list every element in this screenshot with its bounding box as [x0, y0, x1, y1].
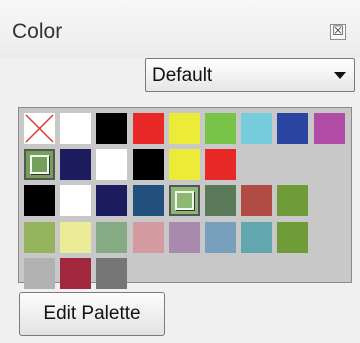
color-swatch[interactable] — [205, 149, 236, 181]
color-swatch[interactable] — [277, 185, 309, 217]
color-swatch[interactable] — [205, 185, 236, 217]
color-swatch[interactable] — [60, 185, 92, 217]
color-swatch[interactable] — [96, 221, 128, 253]
color-swatch[interactable] — [168, 149, 200, 181]
color-swatch[interactable] — [96, 113, 128, 144]
color-swatch[interactable] — [96, 257, 128, 289]
color-swatch[interactable] — [241, 221, 273, 253]
color-swatch[interactable] — [168, 221, 200, 253]
color-swatch[interactable] — [205, 221, 236, 253]
color-swatch[interactable] — [24, 185, 55, 217]
color-palette-grid — [18, 107, 352, 289]
color-swatch[interactable] — [24, 257, 55, 289]
color-swatch[interactable] — [60, 149, 92, 181]
color-swatch[interactable] — [168, 185, 200, 217]
color-panel: Color ☒ Default Edit Palette — [0, 0, 360, 343]
color-swatch[interactable] — [241, 113, 273, 144]
dropdown-value: Default — [152, 65, 213, 86]
color-swatch[interactable] — [132, 149, 164, 181]
color-swatch[interactable] — [24, 221, 55, 253]
title-bar: Color ☒ — [0, 0, 360, 58]
color-swatch[interactable] — [313, 113, 345, 144]
panel-title: Color — [12, 20, 63, 43]
color-swatch[interactable] — [132, 221, 164, 253]
color-swatch[interactable] — [132, 185, 164, 217]
palette-dropdown[interactable]: Default — [145, 58, 355, 92]
no-color-swatch[interactable] — [24, 113, 55, 144]
chevron-down-icon[interactable] — [334, 72, 346, 79]
no-color-icon — [25, 114, 54, 143]
color-swatch[interactable] — [277, 221, 309, 253]
color-swatch[interactable] — [60, 113, 92, 144]
color-swatch[interactable] — [168, 113, 200, 144]
close-icon[interactable]: ☒ — [330, 24, 346, 40]
color-swatch[interactable] — [60, 221, 92, 253]
color-swatch[interactable] — [60, 257, 92, 289]
color-swatch[interactable] — [132, 113, 164, 144]
color-swatch[interactable] — [205, 113, 236, 144]
color-swatch[interactable] — [96, 185, 128, 217]
color-swatch[interactable] — [96, 149, 128, 181]
color-swatch[interactable] — [241, 185, 273, 217]
color-swatch[interactable] — [24, 149, 55, 181]
edit-palette-button[interactable]: Edit Palette — [19, 292, 165, 336]
color-swatch[interactable] — [277, 113, 309, 144]
